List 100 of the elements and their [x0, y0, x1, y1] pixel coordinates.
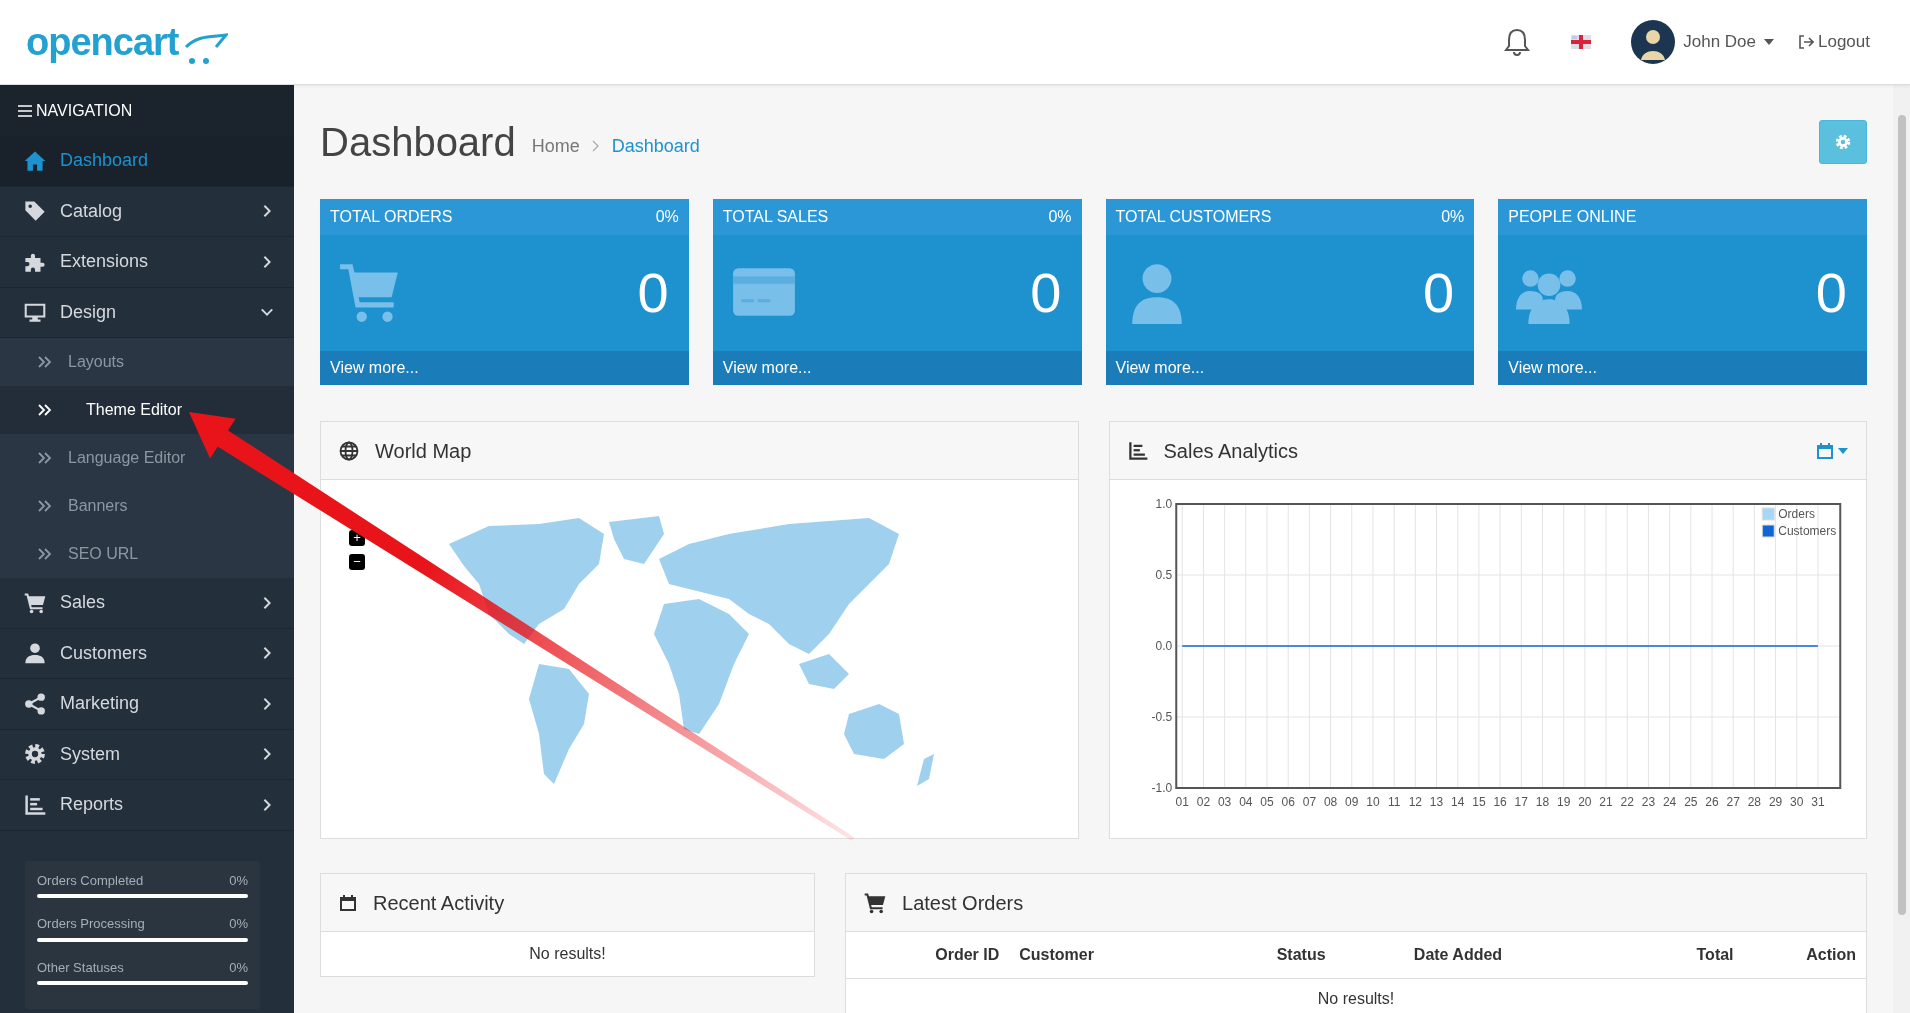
axis-label: 1.0: [1155, 497, 1172, 511]
legend-label: Orders: [1777, 507, 1815, 521]
double-chevron-icon: [38, 452, 52, 464]
panel-title: Sales Analytics: [1163, 438, 1298, 464]
view-more-link[interactable]: View more...: [712, 351, 1082, 385]
tile-value: 0: [1423, 265, 1455, 321]
cart-icon: [864, 891, 887, 914]
bell-icon[interactable]: [1503, 27, 1532, 57]
tile-value: 0: [1815, 265, 1847, 321]
axis-label: 0.0: [1155, 639, 1172, 653]
submenu-item[interactable]: Banners: [0, 482, 294, 530]
menu-icon: [18, 104, 32, 117]
submenu-item[interactable]: Layouts: [0, 338, 294, 386]
logout-link[interactable]: Logout: [1798, 29, 1870, 55]
nav-title: NAVIGATION: [36, 100, 133, 121]
calendar-icon: [339, 893, 357, 912]
axis-label: 03: [1217, 795, 1231, 809]
axis-label: 23: [1641, 795, 1655, 809]
axis-label: 25: [1683, 795, 1697, 809]
view-more-link[interactable]: View more...: [1105, 351, 1475, 385]
axis-label: 22: [1620, 795, 1634, 809]
view-more-link[interactable]: View more...: [1498, 351, 1867, 385]
axis-label: -0.5: [1151, 710, 1172, 724]
cart-icon: [24, 591, 46, 614]
panel-title: Recent Activity: [373, 890, 505, 916]
tile-title: TOTAL CUSTOMERS: [1115, 207, 1272, 227]
axis-label: 12: [1408, 795, 1422, 809]
bar-chart-icon: [24, 793, 46, 816]
page-title: Dashboard: [320, 119, 516, 166]
panel-title: Latest Orders: [902, 890, 1024, 916]
axis-label: 08: [1323, 795, 1337, 809]
axis-label: 15: [1471, 795, 1486, 809]
column-header: Order ID: [846, 932, 1010, 979]
separator-icon: [591, 140, 600, 152]
bar-chart-icon: [1127, 440, 1148, 461]
column-header: Action: [1743, 932, 1866, 979]
stat-value: 0%: [229, 915, 248, 933]
axis-label: 26: [1704, 795, 1719, 809]
monitor-icon: [24, 301, 46, 324]
breadcrumb-link[interactable]: Home: [531, 132, 580, 160]
axis-label: 17: [1514, 795, 1528, 809]
axis-label: 28: [1747, 795, 1761, 809]
axis-label: 16: [1492, 795, 1507, 809]
submenu-item[interactable]: Language Editor: [0, 434, 294, 482]
stat-label: Orders Completed: [37, 871, 144, 890]
tile-title: TOTAL SALES: [722, 207, 829, 227]
double-chevron-icon: [38, 500, 52, 512]
stat-value: 0%: [229, 958, 248, 977]
double-chevron-icon: [38, 548, 52, 560]
axis-label: 30: [1789, 795, 1803, 809]
axis-label: 04: [1238, 795, 1252, 809]
globe-icon: [339, 440, 359, 461]
tile-value: 0: [1030, 265, 1062, 321]
submenu-item[interactable]: SEO URL: [0, 530, 294, 578]
stat-value: 0%: [229, 871, 248, 890]
scrollbar-thumb[interactable]: [1898, 115, 1906, 915]
axis-label: 05: [1259, 795, 1274, 809]
axis-label: -1.0: [1151, 781, 1172, 795]
tile-title: PEOPLE ONLINE: [1508, 207, 1637, 227]
column-header: Customer: [1009, 932, 1214, 979]
cart-swoosh-icon: [182, 30, 229, 67]
flag-icon[interactable]: [1571, 35, 1592, 49]
axis-label: 29: [1768, 795, 1782, 809]
axis-label: 10: [1365, 795, 1380, 809]
tile-percent: 0%: [655, 207, 679, 227]
zoom-button[interactable]: −: [349, 554, 365, 570]
tile-title: TOTAL ORDERS: [330, 207, 453, 227]
axis-label: 13: [1429, 795, 1443, 809]
double-chevron-icon: [38, 356, 52, 368]
axis-label: 24: [1662, 795, 1676, 809]
user-icon: [24, 642, 46, 665]
logout-icon: [1798, 34, 1814, 50]
axis-label: 20: [1577, 795, 1592, 809]
date-range-button[interactable]: [1816, 441, 1848, 460]
empty-message: No results!: [846, 978, 1866, 1013]
gear-icon: [1835, 134, 1851, 150]
axis-label: 01: [1175, 795, 1189, 809]
axis-label: 11: [1387, 795, 1400, 809]
axis-label: 21: [1598, 795, 1613, 809]
settings-button[interactable]: [1819, 120, 1867, 164]
caret-icon: [1838, 447, 1848, 454]
axis-label: 0.5: [1155, 568, 1172, 582]
column-header: Total: [1580, 932, 1744, 979]
axis-label: 02: [1196, 795, 1210, 809]
tile-value: 0: [637, 265, 669, 321]
view-more-link[interactable]: View more...: [320, 351, 689, 385]
share-icon: [24, 692, 46, 715]
axis-label: 31: [1810, 795, 1825, 809]
user-menu[interactable]: John Doe: [1683, 29, 1774, 55]
axis-label: 07: [1302, 795, 1316, 809]
home-icon: [24, 149, 46, 172]
double-chevron-icon: [38, 404, 52, 416]
submenu-item[interactable]: Theme Editor: [0, 386, 294, 434]
column-header: Status: [1213, 932, 1336, 979]
stat-label: Orders Processing: [37, 915, 145, 933]
avatar-icon: [1631, 20, 1676, 64]
scrollbar[interactable]: [1893, 85, 1910, 1013]
sidebar-item[interactable]: Dashboard: [0, 136, 294, 187]
stat-label: Other Statuses: [37, 958, 124, 977]
panel-title: World Map: [375, 438, 472, 464]
